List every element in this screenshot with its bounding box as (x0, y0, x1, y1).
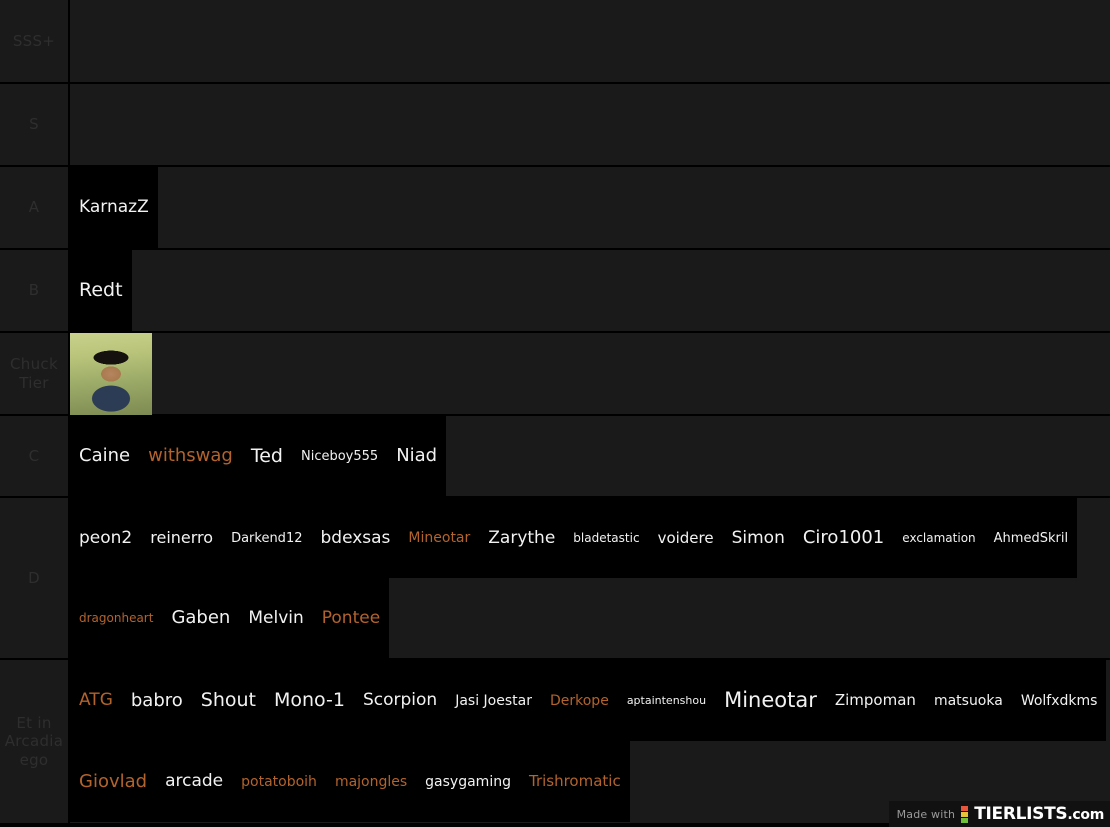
tier-item[interactable]: Wolfxdkms (1012, 694, 1107, 708)
tier-item-line (70, 333, 152, 414)
tier-item[interactable]: Scorpion (354, 692, 446, 709)
tier-item[interactable]: Gaben (162, 609, 239, 627)
watermark-brand-name: TIERLISTS (974, 804, 1067, 824)
watermark-made-with-label: Made with (897, 808, 956, 821)
tier-row: Dpeon2reinerroDarkend12bdexsasMineotarZa… (0, 498, 1110, 660)
tier-item-line: CainewithswagTedNiceboy555Niad (70, 416, 446, 496)
tier-label[interactable]: Chuck Tier (0, 333, 70, 414)
tierlists-logo-icon (961, 806, 968, 823)
tier-items-area[interactable] (70, 0, 1110, 82)
tier-items-area[interactable] (70, 84, 1110, 165)
tier-item[interactable]: matsuoka (925, 694, 1012, 708)
tier-rows-container: SSS+SAKarnazZBRedtChuck TierCCainewithsw… (0, 0, 1110, 825)
tier-label[interactable]: A (0, 167, 70, 248)
chuck-norris-portrait[interactable] (70, 333, 152, 415)
tier-item[interactable]: Simon (723, 530, 794, 547)
logo-square-green (961, 818, 968, 823)
tier-item[interactable]: arcade (156, 773, 232, 790)
tier-label[interactable]: D (0, 498, 70, 658)
tier-item[interactable]: Trishromatic (520, 774, 630, 789)
tier-item[interactable]: reinerro (141, 530, 222, 546)
tier-item[interactable]: dragonheart (70, 612, 162, 624)
tierlists-watermark: Made with TIERLISTS.com (889, 801, 1110, 827)
tier-items-area[interactable]: Redt (70, 250, 1110, 331)
tier-row: S (0, 84, 1110, 167)
tier-item[interactable]: Mineotar (399, 531, 479, 545)
tier-item-line: peon2reinerroDarkend12bdexsasMineotarZar… (70, 498, 1077, 578)
logo-square-red (961, 806, 968, 811)
tier-item[interactable]: babro (122, 692, 192, 710)
tier-row: BRedt (0, 250, 1110, 333)
tier-row: CCainewithswagTedNiceboy555Niad (0, 416, 1110, 498)
tier-item[interactable]: potatoboih (232, 775, 326, 789)
tier-item-line: dragonheartGabenMelvinPontee (70, 578, 389, 658)
tier-item[interactable]: Caine (70, 447, 139, 465)
tier-item[interactable]: Zimpoman (826, 693, 925, 708)
tier-label[interactable]: B (0, 250, 70, 331)
tier-item[interactable]: ATG (70, 692, 122, 709)
tier-items-area[interactable]: ATGbabroShoutMono-1ScorpionJasi JoestarD… (70, 660, 1110, 823)
tier-label[interactable]: Et in Arcadia ego (0, 660, 70, 823)
tier-item[interactable]: withswag (139, 447, 242, 465)
tier-item[interactable]: Ciro1001 (794, 529, 893, 547)
tier-row: SSS+ (0, 0, 1110, 84)
tier-item[interactable]: bladetastic (564, 532, 648, 544)
tier-item[interactable]: Pontee (313, 610, 389, 627)
tier-item[interactable]: Zarythe (479, 530, 564, 547)
tier-item[interactable]: exclamation (893, 532, 984, 544)
tier-items-area[interactable]: CainewithswagTedNiceboy555Niad (70, 416, 1110, 496)
watermark-brand-tld: .com (1067, 807, 1104, 823)
tier-items-area[interactable]: peon2reinerroDarkend12bdexsasMineotarZar… (70, 498, 1110, 658)
tier-item[interactable]: voidere (649, 531, 723, 546)
tier-list-board: SSS+SAKarnazZBRedtChuck TierCCainewithsw… (0, 0, 1110, 827)
logo-square-yellow (961, 812, 968, 817)
tier-item[interactable]: majongles (326, 775, 416, 789)
tier-item[interactable]: Shout (192, 691, 265, 710)
tier-item-line: KarnazZ (70, 167, 158, 248)
tier-item[interactable]: Giovlad (70, 773, 156, 791)
tier-item-line: Redt (70, 250, 132, 331)
tier-item[interactable]: KarnazZ (70, 199, 158, 216)
tier-item[interactable]: Melvin (239, 610, 312, 627)
tier-label[interactable]: C (0, 416, 70, 496)
tier-item[interactable]: Derkope (541, 694, 618, 708)
tier-item[interactable]: Niad (387, 447, 446, 465)
tier-label[interactable]: SSS+ (0, 0, 70, 82)
tier-item-line: ATGbabroShoutMono-1ScorpionJasi JoestarD… (70, 660, 1106, 741)
tier-item[interactable]: Mineotar (715, 690, 826, 711)
tier-item[interactable]: AhmedSkril (985, 532, 1077, 545)
tier-item[interactable]: Darkend12 (222, 532, 311, 545)
tier-items-area[interactable] (70, 333, 1110, 414)
tier-row: AKarnazZ (0, 167, 1110, 250)
tier-item[interactable]: Jasi Joestar (446, 694, 541, 708)
tier-item[interactable]: Ted (242, 447, 292, 466)
watermark-brand: TIERLISTS.com (974, 804, 1104, 824)
tier-label[interactable]: S (0, 84, 70, 165)
tier-item[interactable]: bdexsas (311, 530, 399, 547)
tier-item[interactable]: gasygaming (416, 775, 520, 789)
tier-item[interactable]: Niceboy555 (292, 450, 387, 463)
tier-item[interactable]: aptaintenshou (618, 695, 715, 706)
tier-item-line: Giovladarcadepotatoboihmajonglesgasygami… (70, 741, 630, 822)
tier-item[interactable]: Mono-1 (265, 691, 354, 710)
tier-item[interactable]: peon2 (70, 530, 141, 547)
tier-row: Chuck Tier (0, 333, 1110, 416)
tier-items-area[interactable]: KarnazZ (70, 167, 1110, 248)
tier-item[interactable]: Redt (70, 281, 132, 300)
